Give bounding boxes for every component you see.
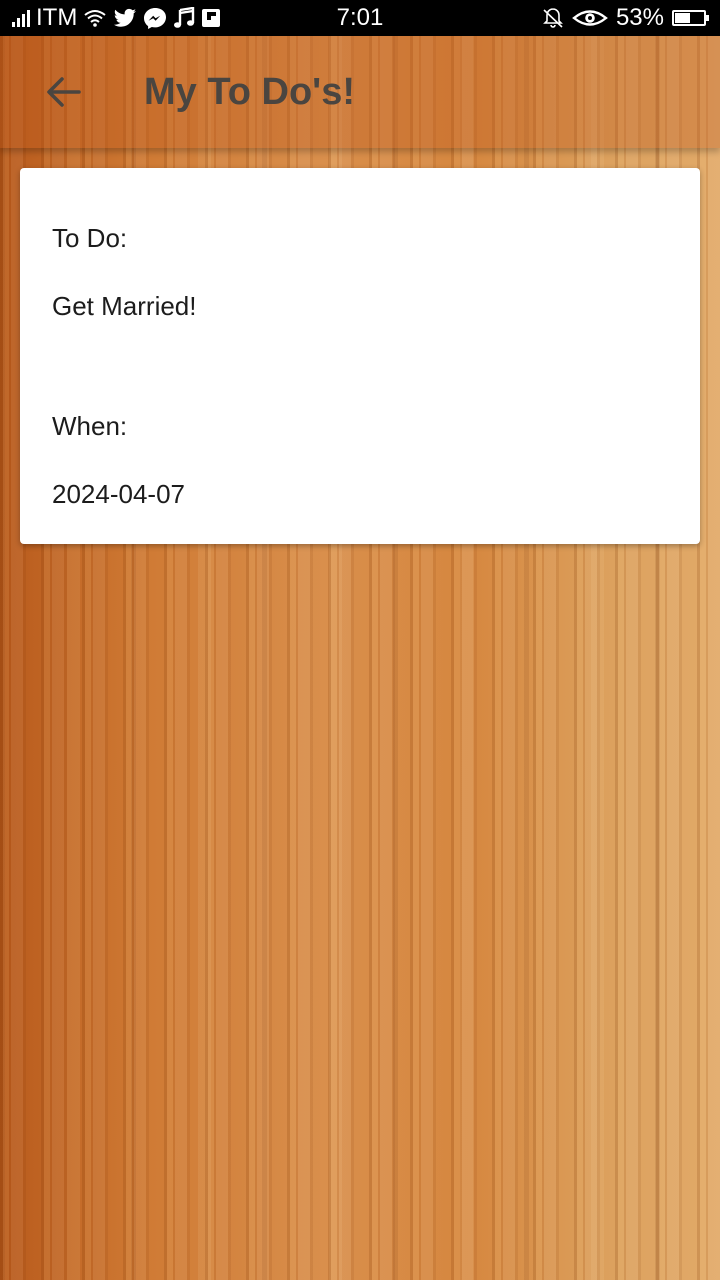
todo-value: Get Married! [52, 291, 197, 321]
todo-label: To Do: [52, 223, 128, 253]
eye-icon [572, 8, 608, 28]
bell-off-icon [542, 7, 564, 29]
arrow-left-icon [47, 77, 81, 107]
status-bar-left: ITM [12, 0, 221, 36]
status-bar-right: 53% [542, 0, 709, 36]
flipboard-icon [201, 8, 221, 28]
when-label: When: [52, 411, 128, 441]
when-value: 2024-04-07 [52, 479, 185, 509]
back-button[interactable] [32, 60, 96, 124]
wifi-icon [83, 8, 107, 28]
status-time: 7:01 [336, 4, 384, 31]
signal-icon [12, 9, 30, 27]
battery-percent: 53% [615, 4, 664, 31]
music-icon [173, 7, 195, 29]
battery-icon [672, 10, 709, 26]
battery-fill [675, 13, 690, 23]
carrier-name: ITM [36, 4, 78, 31]
todo-card[interactable]: To Do: Get Married! When: 2024-04-07 [20, 168, 700, 544]
page-title: My To Do's! [144, 71, 355, 113]
messenger-icon [143, 7, 167, 29]
status-bar: ITM 7:01 53% [0, 0, 720, 36]
twitter-icon [113, 8, 137, 28]
app-bar: My To Do's! [0, 36, 720, 148]
